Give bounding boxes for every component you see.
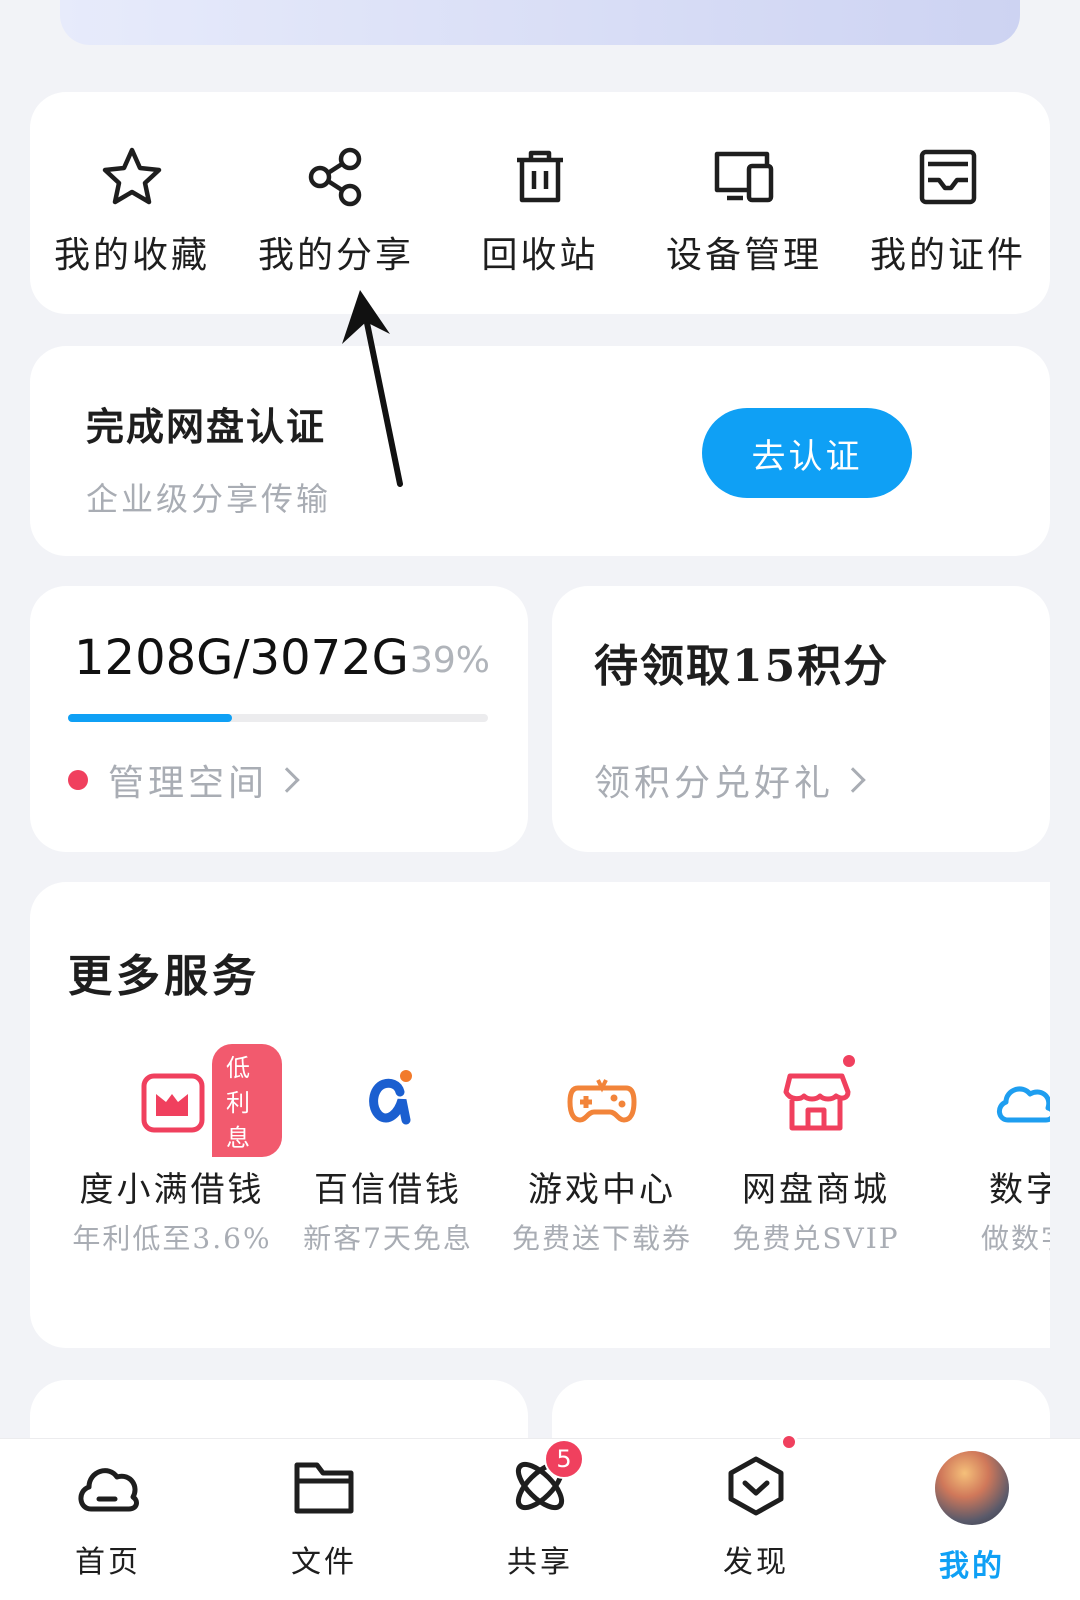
certification-subtitle: 企业级分享传输	[86, 480, 332, 518]
services-row: 低利息 度小满借钱 年利低至3.6% 百信借钱 新客7天免息 游戏中心 免费送下…	[30, 1044, 1050, 1262]
tab-label: 首页	[75, 1545, 141, 1580]
bottom-tab-bar: 首页 文件 5 共享 发现 我的	[0, 1433, 1080, 1600]
notification-dot	[840, 1052, 858, 1070]
recycle-bin-label: 回收站	[481, 235, 599, 276]
service-desc: 免费兑SVIP	[732, 1222, 900, 1255]
cloud-home-icon	[78, 1468, 139, 1512]
star-icon	[102, 147, 162, 205]
storage-usage: 1208G/3072G	[74, 630, 409, 686]
redeem-points-link[interactable]: 领积分兑好礼	[594, 754, 866, 806]
discover-icon	[728, 1456, 784, 1516]
service-desc: 做数字	[980, 1222, 1050, 1255]
trash-icon	[517, 150, 563, 203]
tab-label: 我的	[939, 1549, 1005, 1584]
points-card[interactable]: 待领取15积分 领积分兑好礼	[552, 586, 1050, 852]
service-game-center[interactable]: 游戏中心 免费送下载券	[492, 1062, 712, 1257]
tab-discover[interactable]: 发现	[648, 1433, 864, 1600]
tab-me[interactable]: 我的	[864, 1439, 1080, 1600]
service-name: 度小满借钱	[79, 1170, 265, 1210]
share-icon	[308, 147, 362, 207]
tab-label: 共享	[507, 1545, 573, 1580]
share-count-badge: 5	[544, 1439, 584, 1479]
cloud-icon	[988, 1062, 1050, 1138]
my-documents-label: 我的证件	[869, 235, 1026, 276]
service-name: 百信借钱	[314, 1170, 462, 1210]
my-favorites-button[interactable]: 我的收藏	[30, 92, 234, 314]
top-banner[interactable]	[60, 0, 1020, 45]
storage-percent: 39%	[409, 640, 490, 681]
alert-dot	[68, 770, 88, 790]
service-desc: 免费送下载券	[511, 1222, 692, 1255]
service-desc: 年利低至3.6%	[72, 1222, 272, 1255]
more-services-card: 更多服务 低利息 度小满借钱 年利低至3.6% 百信借钱 新客7天免息 游戏中心…	[30, 882, 1050, 1348]
service-name: 数字	[989, 1170, 1050, 1210]
my-shares-label: 我的分享	[257, 235, 414, 276]
service-baixin-loan[interactable]: 百信借钱 新客7天免息	[278, 1062, 498, 1257]
certification-title: 完成网盘认证	[86, 404, 327, 449]
tab-share[interactable]: 5 共享	[432, 1439, 648, 1600]
quick-actions-card: 我的收藏 我的分享 回收站 设备管理 我的证件	[30, 92, 1050, 314]
service-netdisk-mall[interactable]: 网盘商城 免费兑SVIP	[706, 1052, 926, 1257]
manage-space-label: 管理空间	[108, 763, 269, 804]
id-card-icon	[919, 149, 977, 205]
devices-icon	[714, 151, 774, 203]
recycle-bin-button[interactable]: 回收站	[438, 92, 642, 314]
manage-space-link[interactable]: 管理空间	[68, 754, 300, 806]
more-services-title: 更多服务	[68, 951, 260, 1002]
shop-icon	[778, 1052, 858, 1138]
notification-dot	[780, 1433, 798, 1451]
wallet-icon	[134, 1062, 210, 1138]
tab-label: 文件	[291, 1545, 357, 1580]
storage-card[interactable]: 1208G/3072G 39% 管理空间	[30, 586, 528, 852]
storage-progress-bar	[68, 714, 488, 722]
service-name: 网盘商城	[742, 1170, 890, 1210]
low-interest-badge: 低利息	[212, 1044, 282, 1157]
alpha-logo-icon	[350, 1062, 426, 1138]
annotation-arrow	[342, 290, 403, 487]
certification-card: 完成网盘认证 企业级分享传输 去认证	[30, 346, 1050, 556]
service-name: 游戏中心	[528, 1170, 676, 1210]
my-favorites-label: 我的收藏	[53, 235, 210, 276]
chevron-right-icon	[840, 767, 866, 793]
points-title: 待领取15积分	[594, 641, 890, 692]
tab-files[interactable]: 文件	[216, 1439, 432, 1600]
tab-label: 发现	[723, 1545, 789, 1580]
certify-button[interactable]: 去认证	[702, 408, 912, 498]
service-desc: 新客7天免息	[303, 1222, 473, 1255]
service-du-xiaoman-loan[interactable]: 低利息 度小满借钱 年利低至3.6%	[62, 1044, 282, 1257]
redeem-points-label: 领积分兑好礼	[594, 763, 835, 804]
service-digital[interactable]: 数字 做数字	[916, 1062, 1050, 1257]
storage-progress-fill	[68, 714, 232, 722]
folder-icon	[294, 1462, 354, 1514]
device-management-label: 设备管理	[665, 235, 822, 276]
avatar	[935, 1451, 1009, 1525]
my-shares-button[interactable]: 我的分享	[234, 92, 438, 314]
tab-home[interactable]: 首页	[0, 1439, 216, 1600]
device-management-button[interactable]: 设备管理	[642, 92, 846, 314]
chevron-right-icon	[274, 767, 300, 793]
gamepad-icon	[564, 1062, 640, 1138]
my-documents-button[interactable]: 我的证件	[846, 92, 1050, 314]
